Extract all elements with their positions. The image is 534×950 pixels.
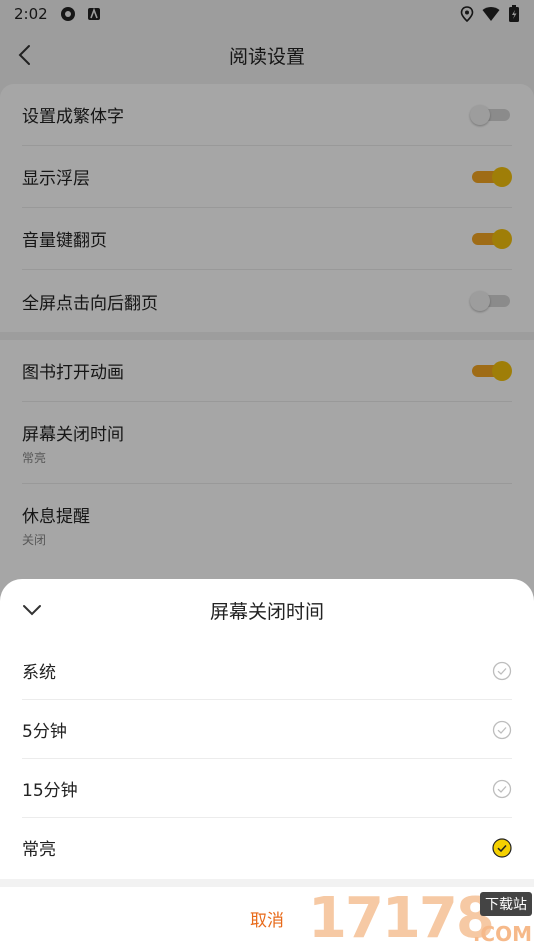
option-label: 15分钟 <box>22 780 78 801</box>
unchecked-circle-icon <box>492 779 512 799</box>
option-label: 5分钟 <box>22 721 67 742</box>
option-label: 常亮 <box>22 840 56 860</box>
sheet-title: 屏幕关闭时间 <box>209 600 324 623</box>
unchecked-circle-icon <box>492 720 512 740</box>
sheet-header: 屏幕关闭时间 <box>0 579 534 641</box>
site-watermark: 17178 下载站 .COM <box>308 888 534 950</box>
unchecked-circle-icon <box>492 661 512 681</box>
option-15-minutes[interactable]: 15分钟 <box>22 759 512 818</box>
option-always-on[interactable]: 常亮 <box>22 818 512 877</box>
option-system[interactable]: 系统 <box>22 641 512 700</box>
option-label: 系统 <box>22 662 56 683</box>
watermark-suffix: .COM <box>472 922 532 946</box>
watermark-badge: 下载站 <box>480 892 532 916</box>
watermark-digits: 17178 <box>308 886 495 950</box>
chevron-down-icon[interactable] <box>20 598 44 622</box>
option-5-minutes[interactable]: 5分钟 <box>22 700 512 759</box>
checked-circle-icon <box>492 838 512 858</box>
